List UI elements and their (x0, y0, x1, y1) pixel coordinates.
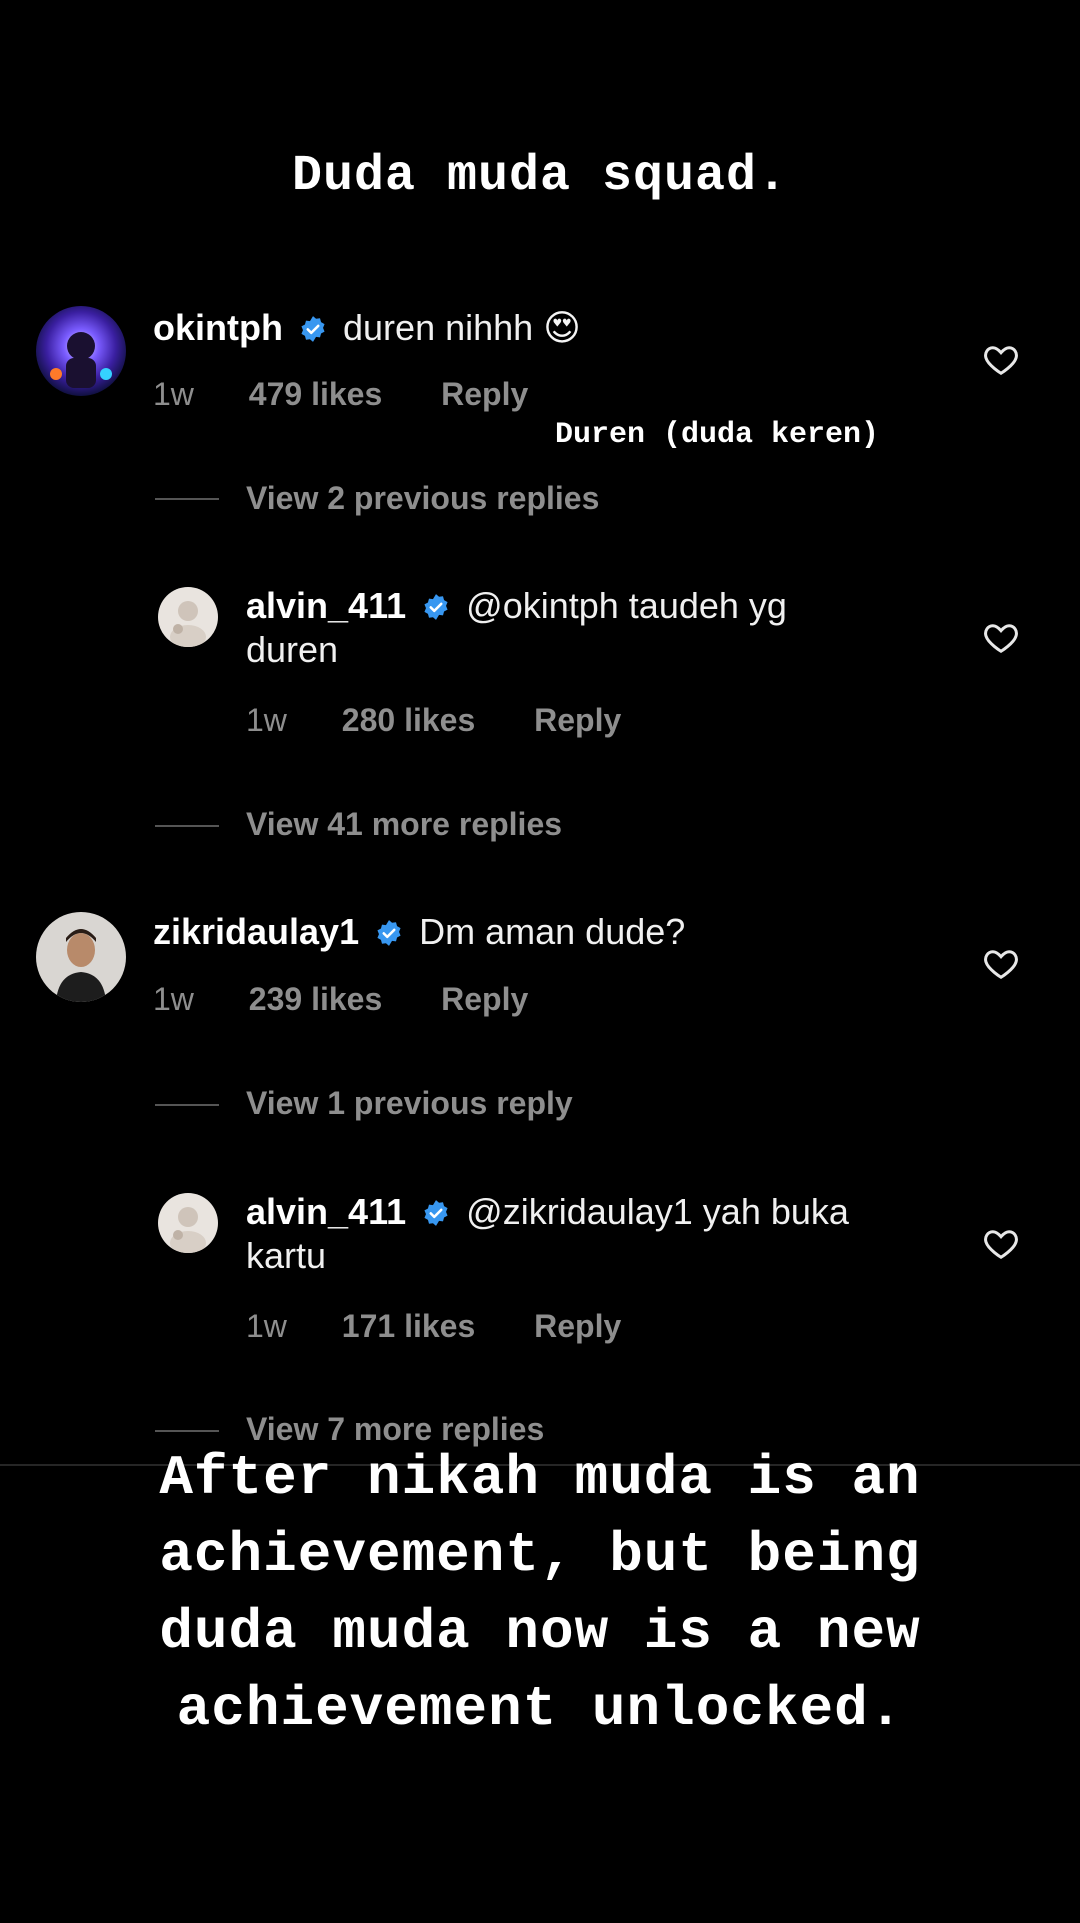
heart-outline-icon[interactable] (983, 342, 1019, 376)
like-count[interactable]: 239 likes (249, 981, 382, 1017)
reply-button[interactable]: Reply (534, 1308, 621, 1344)
comment-age: 1w (153, 981, 194, 1017)
thread-dash (155, 498, 219, 500)
reply-age: 1w (246, 1308, 287, 1344)
reply-text: @zikridaulay1 yah buka (466, 1191, 849, 1232)
like-count[interactable]: 479 likes (249, 376, 382, 412)
avatar[interactable] (36, 912, 126, 1002)
story-caption: After nikah muda is an achievement, but … (0, 1440, 1080, 1748)
caption-line: duda muda now is a new (159, 1600, 921, 1664)
caption-line: achievement, but being (159, 1523, 921, 1587)
thread-dash (155, 1430, 219, 1432)
avatar[interactable] (158, 587, 218, 647)
heart-outline-icon[interactable] (983, 1226, 1019, 1260)
comment-username[interactable]: zikridaulay1 (153, 911, 359, 952)
view-previous-replies[interactable]: View 1 previous reply (246, 1085, 573, 1122)
comment-text: duren nihhh (343, 307, 534, 348)
reply-username[interactable]: alvin_411 (246, 585, 406, 626)
reply-text: @okintph taudeh yg (466, 585, 787, 626)
caption-line: achievement unlocked. (176, 1677, 904, 1741)
avatar[interactable] (36, 306, 126, 396)
reply-text-continued: kartu (246, 1235, 327, 1276)
reply-age: 1w (246, 702, 287, 738)
verified-badge-icon (424, 1200, 448, 1226)
reply-button[interactable]: Reply (534, 702, 621, 738)
thread-dash (155, 1104, 219, 1106)
comment-text: Dm aman dude? (419, 911, 686, 952)
like-count[interactable]: 171 likes (342, 1308, 475, 1344)
reply-button[interactable]: Reply (441, 376, 528, 412)
heart-outline-icon[interactable] (983, 620, 1019, 654)
thread-dash (155, 825, 219, 827)
story-note: Duren (duda keren) (555, 418, 880, 452)
avatar[interactable] (158, 1193, 218, 1253)
comment-username[interactable]: okintph (153, 307, 283, 348)
verified-badge-icon (424, 594, 448, 620)
heart-eyes-emoji: 😍 (543, 308, 581, 349)
view-previous-replies[interactable]: View 2 previous replies (246, 480, 599, 517)
caption-line: After nikah muda is an (159, 1446, 921, 1510)
reply-text-continued: duren (246, 629, 339, 670)
verified-badge-icon (377, 920, 401, 946)
reply-button[interactable]: Reply (441, 981, 528, 1017)
story-title: Duda muda squad. (291, 148, 789, 205)
like-count[interactable]: 280 likes (342, 702, 475, 738)
reply-username[interactable]: alvin_411 (246, 1191, 406, 1232)
heart-outline-icon[interactable] (983, 946, 1019, 980)
view-more-replies[interactable]: View 41 more replies (246, 806, 562, 843)
comment-age: 1w (153, 376, 194, 412)
verified-badge-icon (301, 316, 325, 342)
